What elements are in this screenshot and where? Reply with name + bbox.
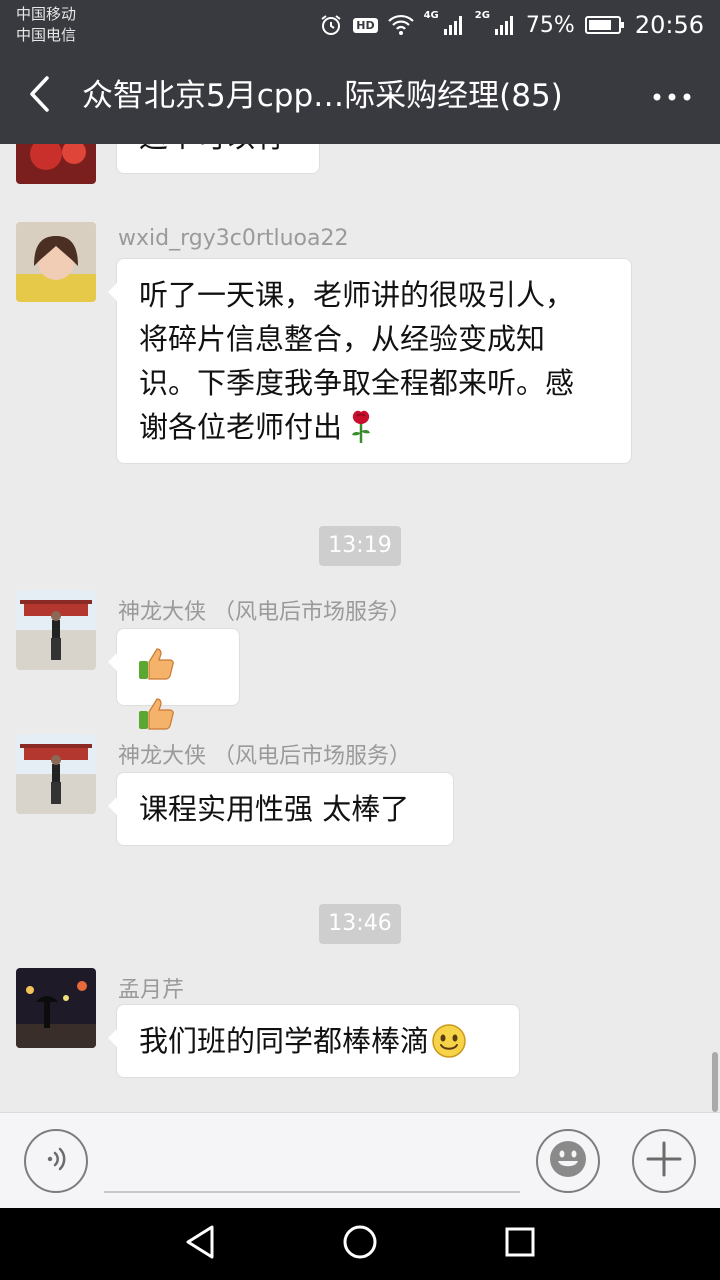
sender-name: 神龙大侠 （风电后市场服务） bbox=[118, 744, 411, 769]
emoji-icon bbox=[548, 1139, 588, 1183]
signal-icon-2 bbox=[494, 14, 516, 36]
time-separator: 13:46 bbox=[319, 904, 401, 944]
battery-percent: 75% bbox=[525, 12, 575, 38]
avatar[interactable] bbox=[16, 222, 96, 302]
carrier-labels: 中国移动 中国电信 bbox=[16, 4, 76, 46]
message-bubble[interactable] bbox=[108, 628, 240, 730]
carrier-1: 中国移动 bbox=[16, 5, 77, 23]
plus-icon bbox=[644, 1139, 684, 1183]
sender-name: wxid_rgy3c0rtluoa22 bbox=[118, 226, 349, 251]
system-recents-button[interactable] bbox=[498, 1222, 542, 1266]
signal-icon bbox=[443, 14, 465, 36]
chat-header: 众智北京5月cpp…际采购经理(85) bbox=[0, 48, 720, 144]
message-text: 这个可以有 bbox=[139, 144, 284, 154]
chat-title: 众智北京5月cpp…际采购经理(85) bbox=[82, 78, 563, 114]
more-icon bbox=[652, 87, 692, 106]
sender-name: 神龙大侠 （风电后市场服务） bbox=[118, 600, 411, 625]
square-recents-icon bbox=[504, 1226, 536, 1262]
sender-name: 孟月芹 bbox=[118, 978, 185, 1003]
network-4g-label: 4G bbox=[423, 10, 439, 21]
voice-button[interactable] bbox=[24, 1129, 88, 1193]
message-text: 课程实用性强 太棒了 bbox=[139, 792, 410, 826]
system-nav-bar bbox=[0, 1208, 720, 1280]
avatar[interactable] bbox=[16, 968, 96, 1048]
message-line: 听了一天课，老师讲的很吸引人， bbox=[139, 278, 575, 312]
message-line: 谢各位老师付出 bbox=[139, 410, 343, 444]
status-icons: HD 4G 2G 75% 20:56 bbox=[319, 8, 704, 42]
network-2g-label: 2G bbox=[474, 10, 490, 21]
more-button[interactable] bbox=[646, 74, 698, 118]
time-separator: 13:19 bbox=[319, 526, 401, 566]
message-bubble[interactable]: 课程实用性强 太棒了 bbox=[108, 772, 454, 846]
chevron-left-icon bbox=[29, 76, 51, 116]
avatar[interactable] bbox=[16, 144, 96, 184]
status-bar: 中国移动 中国电信 HD 4G 2G 75% 20:56 bbox=[0, 0, 720, 48]
emoji-button[interactable] bbox=[536, 1129, 600, 1193]
system-home-button[interactable] bbox=[338, 1222, 382, 1266]
smile-icon bbox=[431, 1023, 467, 1059]
voice-icon bbox=[42, 1145, 70, 1177]
alarm-icon bbox=[319, 13, 343, 37]
avatar[interactable] bbox=[16, 590, 96, 670]
wifi-icon bbox=[387, 14, 414, 36]
clock: 20:56 bbox=[634, 11, 704, 39]
battery-icon bbox=[584, 14, 625, 36]
message-input[interactable] bbox=[104, 1133, 520, 1193]
message-bubble[interactable]: 听了一天课，老师讲的很吸引人， 将碎片信息整合，从经验变成知 识。下季度我争取全… bbox=[108, 258, 632, 464]
hd-badge: HD bbox=[353, 17, 378, 33]
plus-button[interactable] bbox=[632, 1129, 696, 1193]
input-bar bbox=[0, 1112, 720, 1208]
triangle-back-icon bbox=[184, 1224, 216, 1264]
back-button[interactable] bbox=[18, 72, 62, 120]
message-bubble[interactable]: 我们班的同学都棒棒滴 bbox=[108, 1004, 520, 1078]
thumbs-up-icon bbox=[137, 645, 175, 695]
carrier-2: 中国电信 bbox=[16, 26, 77, 44]
message-line: 识。下季度我争取全程都来听。感 bbox=[139, 366, 575, 400]
circle-home-icon bbox=[342, 1224, 378, 1264]
message-line-last: 谢各位老师付出 bbox=[139, 405, 609, 449]
message-bubble[interactable]: 这个可以有 bbox=[116, 144, 320, 174]
message-line: 将碎片信息整合，从经验变成知 bbox=[139, 322, 546, 356]
rose-icon bbox=[346, 409, 376, 445]
message-text: 我们班的同学都棒棒滴 bbox=[139, 1024, 430, 1058]
chat-messages[interactable]: 这个可以有 wxid_rgy3c0rtluoa22 听了一天课，老师讲的很吸引人… bbox=[0, 144, 720, 1112]
system-back-button[interactable] bbox=[178, 1222, 222, 1266]
scrollbar-thumb[interactable] bbox=[712, 1052, 718, 1112]
avatar[interactable] bbox=[16, 734, 96, 814]
